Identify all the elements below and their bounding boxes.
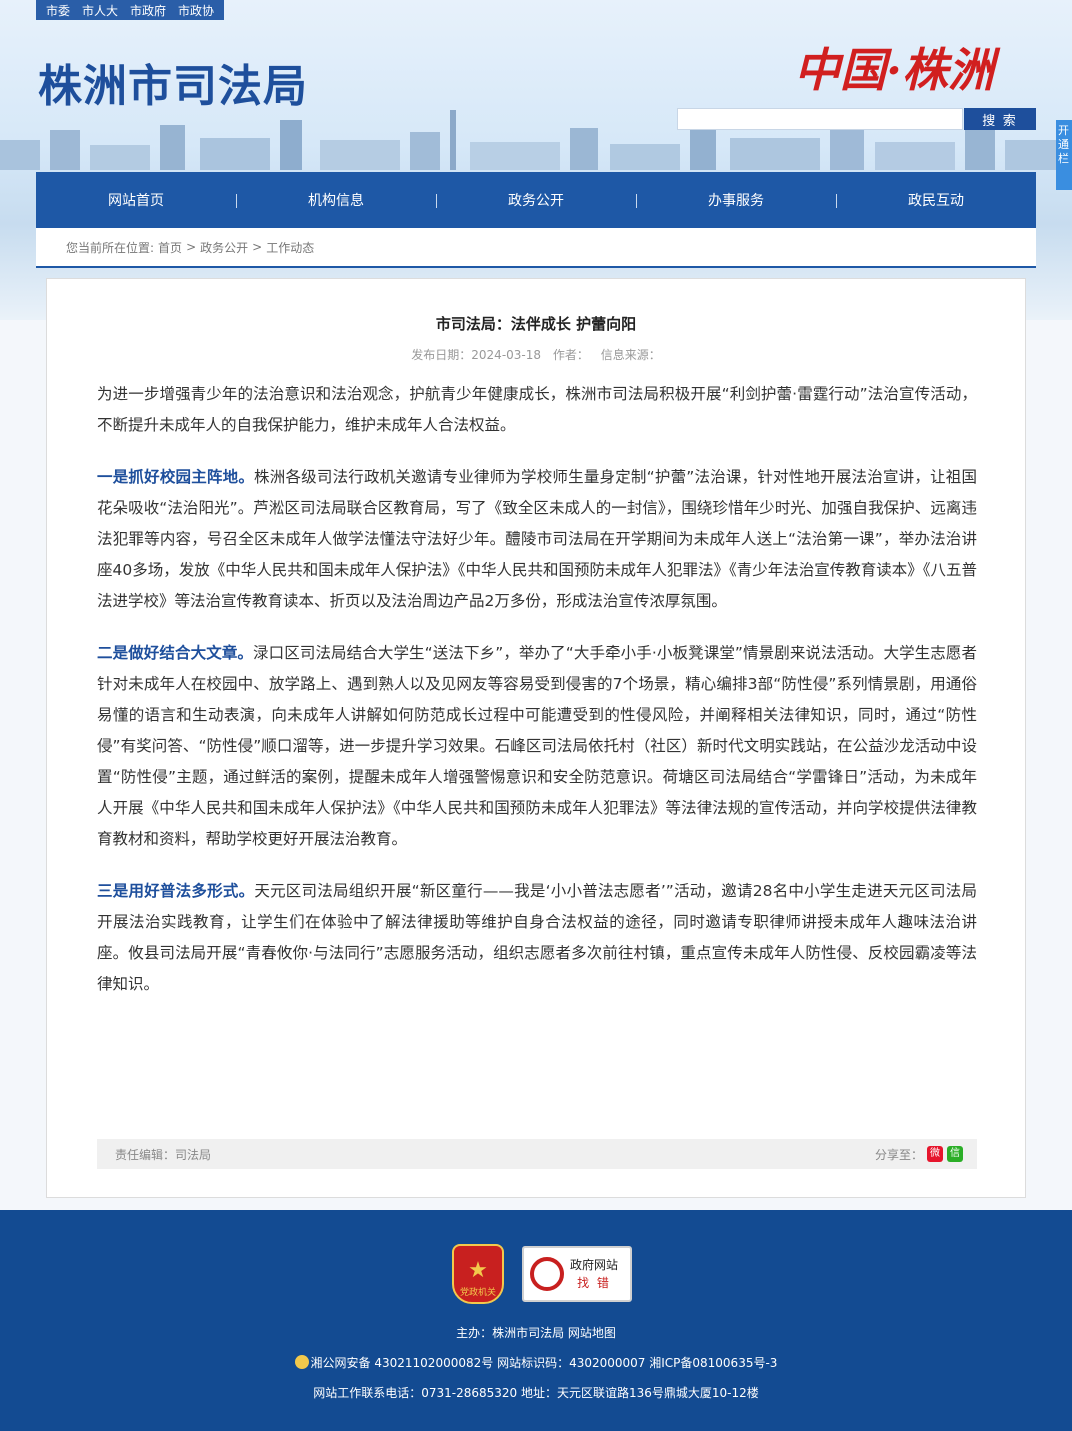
party-government-badge[interactable]: ★ 党政机关: [452, 1244, 504, 1304]
nav-item-interaction[interactable]: 政民互动: [836, 190, 1036, 210]
breadcrumb-home[interactable]: 首页: [158, 239, 182, 256]
article-container: 市司法局：法伴成长 护蕾向阳 发布日期：2024-03-18 作者： 信息来源：…: [46, 278, 1026, 1198]
police-badge-icon: [294, 1355, 309, 1369]
top-link-cppcc[interactable]: 市政协: [178, 2, 214, 19]
article-meta: 发布日期：2024-03-18 作者： 信息来源：: [47, 346, 1025, 363]
search-button[interactable]: 搜 索: [964, 108, 1036, 130]
search-input[interactable]: [677, 108, 963, 130]
section-lead: 三是用好普法多形式。: [97, 882, 255, 900]
nav-item-home[interactable]: 网站首页: [36, 190, 236, 210]
article-section-2: 二是做好结合大文章。渌口区司法局结合大学生“送法下乡”，举办了“大手牵小手·小板…: [97, 638, 977, 855]
party-badge-label: 党政机关: [459, 1288, 496, 1298]
footer-contact: 网站工作联系电话：0731-28685320 地址：天元区联谊路136号鼎城大厦…: [313, 1386, 759, 1400]
error-badge-top: 政府网站: [570, 1258, 619, 1272]
share-area: 分享至： 微 信: [875, 1146, 963, 1163]
article-section-3: 三是用好普法多形式。天元区司法局组织开展“新区童行——我是‘小小普法志愿者’”活…: [97, 876, 977, 1000]
article-date: 发布日期：2024-03-18: [411, 348, 542, 362]
top-link-government[interactable]: 市政府: [130, 2, 166, 19]
site-footer: ★ 党政机关 政府网站 找 错 主办：株洲市司法局 网站地图 湘公网安备 430…: [0, 1210, 1072, 1431]
wechat-icon[interactable]: 信: [947, 1146, 963, 1162]
error-badge-bottom: 找 错: [577, 1276, 611, 1290]
weibo-icon[interactable]: 微: [927, 1146, 943, 1162]
top-link-party-committee[interactable]: 市委: [46, 2, 70, 19]
article-footer-bar: 责任编辑：司法局 分享至： 微 信: [97, 1139, 977, 1169]
section-lead: 二是做好结合大文章。: [97, 644, 254, 662]
top-link-congress[interactable]: 市人大: [82, 2, 118, 19]
site-logo[interactable]: 株洲市司法局: [38, 50, 308, 114]
footer-icp-line: 湘公网安备 43021102000082号 网站标识码：4302000007 湘…: [0, 1354, 1072, 1371]
main-navigation: 网站首页 机构信息 政务公开 办事服务 政民互动: [36, 172, 1036, 228]
footer-icp[interactable]: 湘公网安备 43021102000082号 网站标识码：4302000007 湘…: [311, 1356, 778, 1370]
report-error-badge[interactable]: 政府网站 找 错: [522, 1246, 632, 1302]
breadcrumb: 您当前所在位置: 首页 > 政务公开 > 工作动态: [36, 228, 1036, 268]
top-links-bar: 市委 市人大 市政府 市政协: [36, 0, 225, 20]
share-label: 分享至：: [874, 1147, 923, 1162]
footer-host: 主办：株洲市司法局 网站地图: [456, 1326, 616, 1340]
brand-calligraphy: 中国·株洲: [793, 43, 994, 97]
nav-item-gov-affairs[interactable]: 政务公开: [436, 190, 636, 210]
breadcrumb-separator: >: [252, 240, 263, 254]
section-lead: 一是抓好校园主阵地。: [97, 468, 255, 486]
article-author: 作者：: [552, 348, 589, 362]
breadcrumb-prefix: 您当前所在位置:: [66, 240, 155, 255]
section-text: 株洲各级司法行政机关邀请专业律师为学校师生量身定制“护蕾”法治课，针对性地开展法…: [97, 468, 977, 610]
article-title: 市司法局：法伴成长 护蕾向阳: [435, 315, 637, 333]
article-intro: 为进一步增强青少年的法治意识和法治观念，护航青少年健康成长，株洲市司法局积极开展…: [97, 385, 977, 434]
nav-item-services[interactable]: 办事服务: [636, 190, 836, 210]
breadcrumb-gov-affairs[interactable]: 政务公开: [200, 239, 248, 256]
nav-item-organization[interactable]: 机构信息: [236, 190, 436, 210]
party-emblem-icon: ★: [468, 1258, 488, 1283]
side-floating-tab[interactable]: 开通栏: [1056, 120, 1072, 190]
article-body: 为进一步增强青少年的法治意识和法治观念，护航青少年健康成长，株洲市司法局积极开展…: [97, 379, 977, 1021]
article-source: 信息来源：: [600, 348, 661, 362]
section-text: 渌口区司法局结合大学生“送法下乡”，举办了“大手牵小手·小板凳课堂”情景剧来说法…: [97, 644, 977, 848]
responsible-editor: 责任编辑：司法局: [115, 1147, 212, 1162]
footer-badges: ★ 党政机关 政府网站 找 错: [452, 1244, 632, 1304]
magnifier-icon: [530, 1257, 564, 1291]
breadcrumb-separator: >: [186, 240, 197, 254]
article-section-1: 一是抓好校园主阵地。株洲各级司法行政机关邀请专业律师为学校师生量身定制“护蕾”法…: [97, 462, 977, 617]
breadcrumb-work-news[interactable]: 工作动态: [266, 239, 314, 256]
